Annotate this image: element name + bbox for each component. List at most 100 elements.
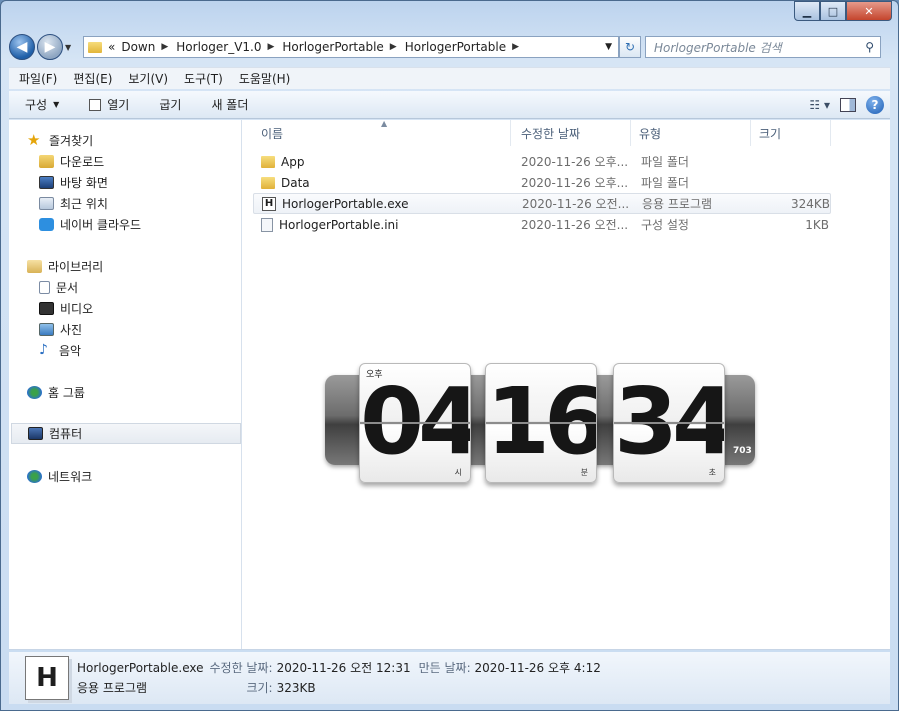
column-header-name[interactable]: 이름 ▲ — [243, 119, 511, 146]
address-dropdown-icon[interactable]: ▼ — [605, 42, 612, 52]
homegroup-icon — [27, 386, 42, 399]
refresh-button[interactable]: ↻ — [619, 36, 641, 58]
file-type: 구성 설정 — [641, 218, 689, 232]
minimize-button[interactable]: ▁ — [794, 1, 820, 21]
burn-label: 굽기 — [159, 98, 182, 112]
new-folder-label: 새 폴더 — [211, 98, 249, 112]
forward-button[interactable]: ▶ — [37, 34, 63, 60]
details-created-column: 만든 날짜: 2020-11-26 오후 4:12 — [419, 658, 601, 678]
folder-icon — [261, 176, 275, 189]
file-row[interactable]: App 2020-11-26 오후... 파일 폴더 — [253, 151, 831, 172]
favorites-header[interactable]: ★ 즐겨찾기 — [9, 130, 242, 151]
clock-hours-card: 오후 04 시 — [359, 363, 471, 483]
details-modified-value: 2020-11-26 오전 12:31 — [276, 661, 411, 675]
sidebar-item-naver-cloud[interactable]: 네이버 클라우드 — [9, 214, 242, 235]
file-row[interactable]: HorlogerPortable.ini 2020-11-26 오전... 구성… — [253, 214, 831, 235]
search-icon[interactable]: ⚲ — [865, 40, 874, 54]
column-header-date[interactable]: 수정한 날짜 — [511, 120, 631, 146]
breadcrumb-item[interactable]: HorlogerPortable — [282, 40, 383, 54]
sidebar-item-documents[interactable]: 문서 — [9, 277, 242, 298]
breadcrumb-chevron-icon[interactable]: ▶ — [267, 42, 274, 52]
menu-view[interactable]: 보기(V) — [128, 70, 168, 87]
sidebar-item-homegroup[interactable]: 홈 그룹 — [9, 382, 242, 403]
search-input[interactable]: HorlogerPortable 검색 ⚲ — [645, 36, 881, 58]
breadcrumb-item[interactable]: HorlogerPortable — [405, 40, 506, 54]
file-date: 2020-11-26 오전... — [522, 197, 630, 211]
folder-icon — [88, 41, 102, 53]
burn-button[interactable]: 굽기 — [159, 96, 181, 113]
computer-group: 컴퓨터 — [9, 423, 242, 444]
details-created-value: 2020-11-26 오후 4:12 — [474, 661, 601, 675]
libraries-group: 라이브러리 문서 비디오 사진 ♪ 음악 — [9, 256, 242, 361]
navigation-pane: ★ 즐겨찾기 다운로드 바탕 화면 최근 위치 네이버 클라우드 라이브러리 문서… — [9, 120, 242, 649]
breadcrumb-item[interactable]: Down — [121, 40, 155, 54]
file-name: App — [281, 154, 305, 169]
network-group: 네트워크 — [9, 466, 242, 487]
minimize-icon: ▁ — [802, 4, 812, 18]
organize-button[interactable]: 구성 ▼ — [25, 96, 59, 113]
homegroup-group: 홈 그룹 — [9, 382, 242, 403]
back-button[interactable]: ◀ — [9, 34, 35, 60]
menu-help[interactable]: 도움말(H) — [239, 70, 291, 87]
column-date-label: 수정한 날짜 — [521, 126, 581, 141]
open-button[interactable]: 열기 — [89, 96, 129, 113]
column-header-type[interactable]: 유형 — [631, 120, 751, 146]
sidebar-item-pictures[interactable]: 사진 — [9, 319, 242, 340]
flip-divider — [614, 422, 724, 424]
libraries-icon — [27, 260, 42, 273]
column-size-label: 크기 — [759, 126, 782, 141]
libraries-label: 라이브러리 — [48, 260, 104, 274]
sidebar-item-network[interactable]: 네트워크 — [9, 466, 242, 487]
command-bar-right: ☷ ▾ ? — [809, 95, 884, 114]
breadcrumb-chevron-icon[interactable]: ▶ — [161, 42, 168, 52]
favorites-group: ★ 즐겨찾기 다운로드 바탕 화면 최근 위치 네이버 클라우드 — [9, 130, 242, 235]
forward-arrow-icon: ▶ — [44, 39, 56, 55]
flip-divider — [360, 422, 470, 424]
help-icon[interactable]: ? — [866, 95, 884, 114]
explorer-window: ▁ □ ✕ ◀ ▶ ▼ « Down ▶ Horloger_V1.0 ▶ Hor… — [0, 0, 899, 711]
details-size-value: 323KB — [276, 681, 316, 695]
sidebar-item-label: 비디오 — [60, 302, 94, 316]
menu-tools[interactable]: 도구(T) — [184, 70, 223, 87]
address-bar[interactable]: « Down ▶ Horloger_V1.0 ▶ HorlogerPortabl… — [83, 36, 619, 58]
recent-pages-dropdown[interactable]: ▼ — [65, 43, 77, 52]
address-row: ◀ ▶ ▼ « Down ▶ Horloger_V1.0 ▶ HorlogerP… — [9, 31, 890, 63]
preview-pane-icon[interactable] — [840, 97, 856, 112]
video-icon — [39, 302, 54, 315]
exe-icon: H — [262, 196, 276, 211]
sidebar-item-downloads[interactable]: 다운로드 — [9, 151, 242, 172]
content-area: ★ 즐겨찾기 다운로드 바탕 화면 최근 위치 네이버 클라우드 라이브러리 문서… — [9, 119, 890, 650]
favorites-label: 즐겨찾기 — [49, 134, 94, 148]
sidebar-item-videos[interactable]: 비디오 — [9, 298, 242, 319]
menu-file[interactable]: 파일(F) — [19, 70, 57, 87]
sidebar-item-computer[interactable]: 컴퓨터 — [11, 423, 241, 444]
maximize-button[interactable]: □ — [820, 1, 846, 21]
change-view-button[interactable]: ☷ ▾ — [809, 98, 830, 112]
breadcrumb-item[interactable]: Horloger_V1.0 — [176, 40, 261, 54]
sidebar-item-label: 네이버 클라우드 — [60, 218, 142, 232]
breadcrumb-overflow[interactable]: « — [108, 40, 115, 54]
column-headers: 이름 ▲ 수정한 날짜 유형 크기 — [243, 119, 890, 146]
clock-milliseconds: 703 — [733, 446, 752, 456]
flip-clock-widget[interactable]: 오후 04 시 16 분 34 초 703 — [325, 363, 755, 488]
file-name: HorlogerPortable.exe — [282, 196, 409, 211]
file-row[interactable]: Data 2020-11-26 오후... 파일 폴더 — [253, 172, 831, 193]
sidebar-item-label: 음악 — [59, 344, 82, 358]
search-placeholder: HorlogerPortable 검색 — [654, 40, 782, 55]
network-label: 네트워크 — [48, 470, 93, 484]
libraries-header[interactable]: 라이브러리 — [9, 256, 242, 277]
document-icon — [39, 281, 50, 294]
cloud-icon — [39, 218, 54, 231]
file-date: 2020-11-26 오후... — [521, 155, 629, 169]
file-row[interactable]: H HorlogerPortable.exe 2020-11-26 오전... 응… — [253, 193, 831, 214]
sidebar-item-music[interactable]: ♪ 음악 — [9, 340, 242, 361]
details-filetype: 응용 프로그램 — [77, 681, 148, 695]
sidebar-item-recent[interactable]: 최근 위치 — [9, 193, 242, 214]
breadcrumb-chevron-icon[interactable]: ▶ — [512, 42, 519, 52]
breadcrumb-chevron-icon[interactable]: ▶ — [390, 42, 397, 52]
column-header-size[interactable]: 크기 — [751, 120, 831, 146]
menu-edit[interactable]: 편집(E) — [73, 70, 112, 87]
sidebar-item-desktop[interactable]: 바탕 화면 — [9, 172, 242, 193]
new-folder-button[interactable]: 새 폴더 — [211, 96, 248, 113]
close-button[interactable]: ✕ — [846, 1, 892, 21]
